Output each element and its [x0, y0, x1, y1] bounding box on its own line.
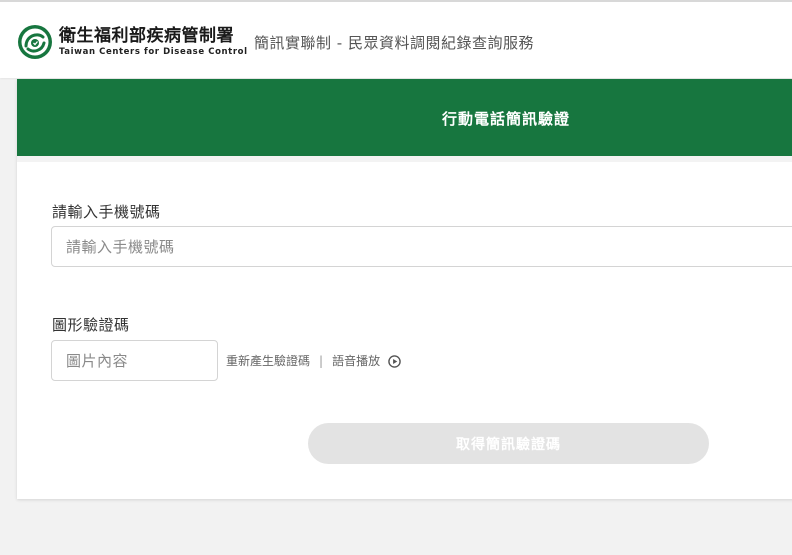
audio-play-link[interactable]: 語音播放 [332, 352, 401, 369]
top-bar: 衛生福利部疾病管制署 Taiwan Centers for Disease Co… [0, 0, 792, 78]
logo-english-name: Taiwan Centers for Disease Control [59, 46, 248, 57]
logo-chinese-name: 衛生福利部疾病管制署 [59, 25, 234, 46]
get-sms-code-button[interactable]: 取得簡訊驗證碼 [308, 423, 709, 464]
site-logo[interactable]: 衛生福利部疾病管制署 Taiwan Centers for Disease Co… [17, 24, 248, 60]
captcha-actions: 重新產生驗證碼 | 語音播放 [226, 352, 401, 369]
audio-play-label: 語音播放 [332, 354, 381, 368]
captcha-input[interactable] [51, 340, 218, 381]
verification-card: 行動電話簡訊驗證 請輸入手機號碼 圖形驗證碼 重新產生驗證碼 | 語音播放 取得… [17, 79, 792, 499]
card-header: 行動電話簡訊驗證 [17, 79, 792, 156]
card-title: 行動電話簡訊驗證 [442, 110, 571, 128]
captcha-label: 圖形驗證碼 [52, 316, 130, 334]
logo-text: 衛生福利部疾病管制署 Taiwan Centers for Disease Co… [59, 25, 248, 57]
service-title: 簡訊實聯制 - 民眾資料調閱紀錄查詢服務 [254, 34, 534, 52]
phone-label: 請輸入手機號碼 [52, 203, 161, 221]
regenerate-captcha-link[interactable]: 重新產生驗證碼 [226, 352, 310, 369]
cdc-logo-icon [18, 25, 52, 59]
captcha-separator: | [319, 353, 324, 368]
phone-input[interactable] [51, 226, 792, 267]
header-divider [17, 156, 792, 162]
play-circle-icon [388, 355, 401, 368]
